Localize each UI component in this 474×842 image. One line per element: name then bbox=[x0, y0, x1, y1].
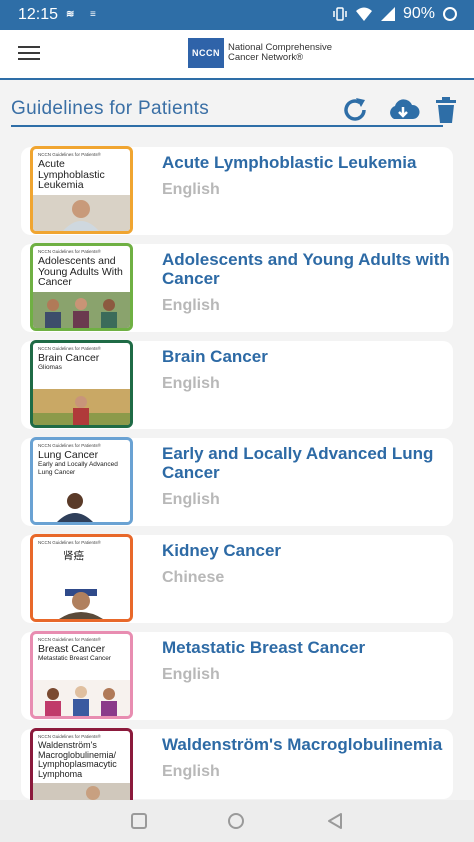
battery-icon bbox=[443, 7, 457, 21]
guideline-title: Waldenström's Macroglobulinemia bbox=[162, 735, 443, 754]
guideline-language: English bbox=[162, 181, 220, 198]
guideline-title: Metastatic Breast Cancer bbox=[162, 638, 366, 657]
guideline-title: Brain Cancer bbox=[162, 347, 268, 366]
cover-title: 肾癌 bbox=[63, 550, 130, 562]
guideline-language: English bbox=[162, 375, 220, 392]
menu-icon[interactable] bbox=[18, 46, 40, 62]
cover-title-text: Breast Cancer bbox=[38, 643, 106, 655]
cover-photo bbox=[33, 292, 130, 328]
guideline-card[interactable]: NCCN Guidelines for Patients® Lung Cance… bbox=[21, 437, 453, 526]
cover-photo bbox=[33, 486, 130, 522]
guideline-cover: NCCN Guidelines for Patients® Brain Canc… bbox=[30, 340, 133, 428]
back-icon[interactable] bbox=[326, 812, 344, 830]
cover-title-text: Waldenström's Macroglobulinemia/ Lymphop… bbox=[38, 740, 117, 779]
notification-icon-2: ≡ bbox=[90, 9, 96, 20]
cover-series: NCCN Guidelines for Patients® bbox=[38, 346, 101, 351]
refresh-icon[interactable] bbox=[340, 95, 370, 125]
guideline-language: English bbox=[162, 763, 220, 780]
cover-title-text: Adolescents and Young Adults With Cancer bbox=[38, 255, 123, 288]
guideline-cover: NCCN Guidelines for Patients® Adolescent… bbox=[30, 243, 133, 331]
cover-series: NCCN Guidelines for Patients® bbox=[38, 540, 101, 545]
cover-subtitle: Metastatic Breast Cancer bbox=[38, 654, 111, 662]
guideline-language: English bbox=[162, 666, 220, 683]
guideline-title: Early and Locally Advanced Lung Cancer bbox=[162, 444, 434, 482]
cover-series: NCCN Guidelines for Patients® bbox=[38, 443, 101, 448]
cover-photo bbox=[33, 680, 130, 716]
header-divider bbox=[11, 125, 443, 127]
status-right: 90% bbox=[332, 5, 458, 23]
cover-series: NCCN Guidelines for Patients® bbox=[38, 152, 101, 157]
trash-icon[interactable] bbox=[434, 95, 458, 125]
recents-icon[interactable] bbox=[130, 812, 148, 830]
cover-photo bbox=[33, 583, 130, 619]
guideline-card[interactable]: NCCN Guidelines for Patients® Waldenströ… bbox=[21, 728, 453, 806]
page-title: Guidelines for Patients bbox=[11, 98, 210, 119]
cover-photo bbox=[33, 195, 130, 231]
cloud-download-icon[interactable] bbox=[386, 95, 420, 125]
guideline-language: English bbox=[162, 297, 220, 314]
cover-title: Breast Cancer Metastatic Breast Cancer bbox=[38, 644, 130, 663]
guideline-card[interactable]: NCCN Guidelines for Patients® Breast Can… bbox=[21, 631, 453, 720]
cover-title-text: Acute Lymphoblastic Leukemia bbox=[38, 158, 105, 191]
cover-title: Brain Cancer Gliomas bbox=[38, 353, 130, 372]
cover-title-text: Lung Cancer bbox=[38, 449, 99, 461]
notification-icon: ≋ bbox=[66, 9, 75, 20]
guideline-card[interactable]: NCCN Guidelines for Patients® Brain Canc… bbox=[21, 340, 453, 429]
guideline-cover: NCCN Guidelines for Patients® Lung Cance… bbox=[30, 437, 133, 525]
cover-title: Adolescents and Young Adults With Cancer bbox=[38, 256, 130, 288]
cover-title: Waldenström's Macroglobulinemia/ Lymphop… bbox=[38, 740, 130, 779]
cover-series: NCCN Guidelines for Patients® bbox=[38, 734, 101, 739]
guideline-card[interactable]: NCCN Guidelines for Patients® Acute Lymp… bbox=[21, 146, 453, 235]
cover-title: Acute Lymphoblastic Leukemia bbox=[38, 159, 130, 191]
signal-icon bbox=[380, 7, 395, 21]
status-time: 12:15 bbox=[18, 6, 59, 23]
cover-series: NCCN Guidelines for Patients® bbox=[38, 249, 101, 254]
system-nav-bar bbox=[0, 800, 474, 842]
guideline-card[interactable]: NCCN Guidelines for Patients® 肾癌 Kidney … bbox=[21, 534, 453, 623]
wifi-icon bbox=[355, 7, 372, 21]
cover-title-text: 肾癌 bbox=[63, 550, 84, 562]
guideline-language: Chinese bbox=[162, 569, 225, 586]
section-header: Guidelines for Patients bbox=[0, 80, 474, 130]
guideline-title: Kidney Cancer bbox=[162, 541, 282, 560]
guideline-cover: NCCN Guidelines for Patients® Acute Lymp… bbox=[30, 146, 133, 234]
battery-percent: 90% bbox=[402, 5, 435, 22]
cover-subtitle: Early and Locally Advanced Lung Cancer bbox=[38, 460, 118, 476]
guideline-language: English bbox=[162, 491, 220, 508]
status-bar: 12:15 ≋ ≡ 90% bbox=[0, 0, 474, 30]
guideline-title: Acute Lymphoblastic Leukemia bbox=[162, 153, 417, 172]
cover-photo bbox=[33, 389, 130, 425]
logo-text: National Comprehensive Cancer Network® bbox=[228, 42, 333, 63]
cover-subtitle: Gliomas bbox=[38, 363, 62, 371]
vibrate-icon bbox=[333, 7, 347, 21]
logo-abbr: NCCN bbox=[188, 38, 224, 68]
cover-series: NCCN Guidelines for Patients® bbox=[38, 637, 101, 642]
guideline-cover: NCCN Guidelines for Patients® Breast Can… bbox=[30, 631, 133, 719]
nccn-logo: NCCN National Comprehensive Cancer Netwo… bbox=[188, 38, 348, 68]
guideline-title: Adolescents and Young Adults with Cancer bbox=[162, 250, 450, 288]
guideline-cover: NCCN Guidelines for Patients® Waldenströ… bbox=[30, 728, 133, 806]
cover-title: Lung Cancer Early and Locally Advanced L… bbox=[38, 450, 130, 477]
guideline-cover: NCCN Guidelines for Patients® 肾癌 bbox=[30, 534, 133, 622]
cover-title-text: Brain Cancer bbox=[38, 352, 100, 364]
guideline-card[interactable]: NCCN Guidelines for Patients® Adolescent… bbox=[21, 243, 453, 332]
home-icon[interactable] bbox=[227, 812, 245, 830]
app-bar: NCCN National Comprehensive Cancer Netwo… bbox=[0, 30, 474, 80]
